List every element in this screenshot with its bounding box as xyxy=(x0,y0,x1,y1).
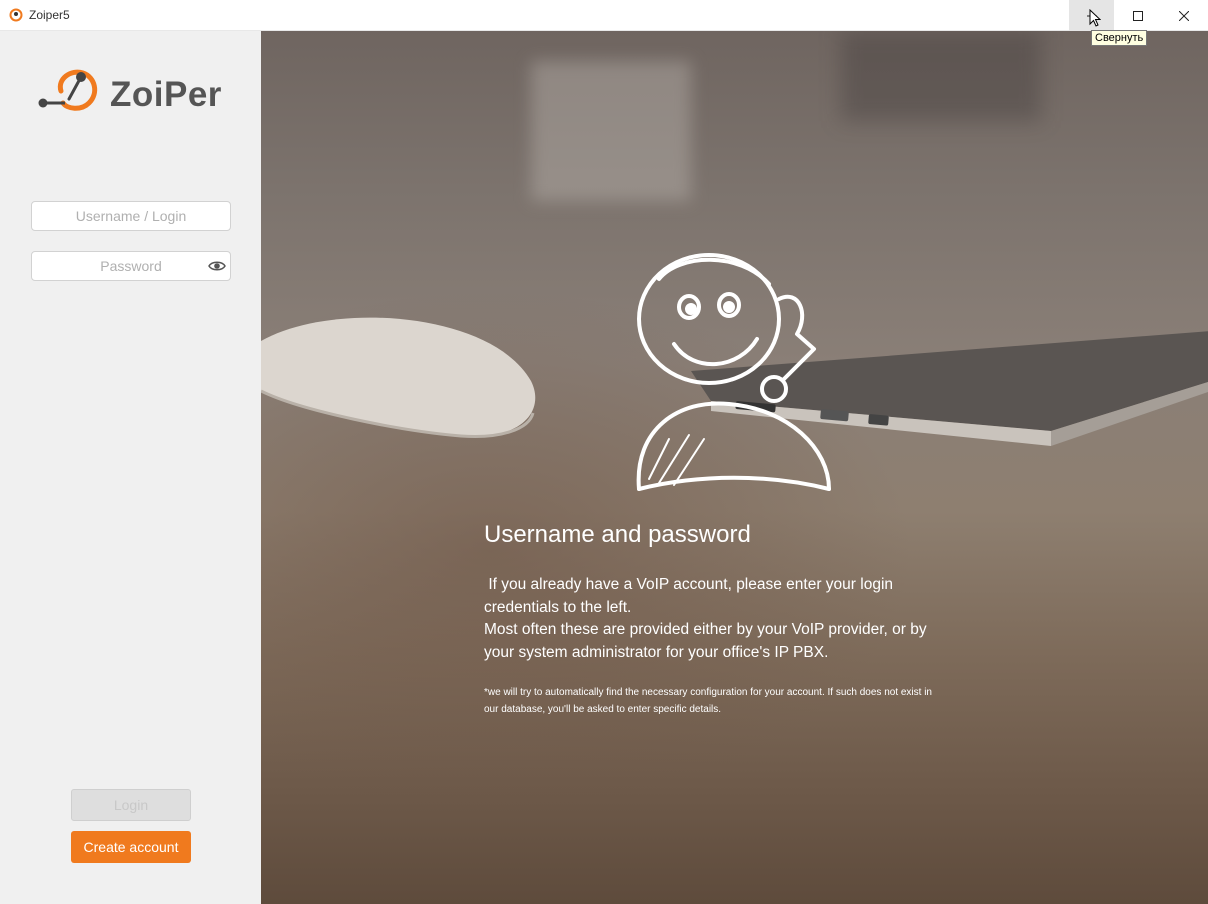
login-sidebar: ZoiPer Login Create account xyxy=(0,31,261,904)
hero-description-line: Most often these are provided either by … xyxy=(484,621,931,661)
maximize-icon xyxy=(1132,10,1143,21)
hero-footnote: *we will try to automatically find the n… xyxy=(484,687,932,715)
username-input[interactable] xyxy=(32,202,230,230)
minimize-tooltip: Свернуть xyxy=(1091,30,1148,46)
hero-title: Username and password xyxy=(484,521,751,548)
eye-icon[interactable] xyxy=(208,259,226,278)
zoiper-logo: ZoiPer xyxy=(37,63,237,123)
zoiper-logo-icon xyxy=(38,69,98,111)
background-blur-shape xyxy=(531,61,691,201)
username-field[interactable] xyxy=(31,201,231,231)
logo-wordmark: ZoiPer xyxy=(110,75,222,114)
create-account-button[interactable]: Create account xyxy=(71,831,191,863)
mouse-illustration xyxy=(261,317,536,439)
mascot-illustration xyxy=(636,253,831,491)
hero-description: If you already have a VoIP account, plea… xyxy=(484,574,944,664)
background-blur-shape xyxy=(841,31,1041,121)
hero-background: Username and password If you already hav… xyxy=(261,31,1208,904)
close-button[interactable] xyxy=(1161,0,1206,31)
title-bar: Zoiper5 xyxy=(0,0,1208,31)
password-field[interactable] xyxy=(31,251,231,281)
password-input[interactable] xyxy=(32,252,230,280)
login-button[interactable]: Login xyxy=(71,789,191,821)
hero-description-line: If you already have a VoIP account, plea… xyxy=(484,576,898,616)
window-title: Zoiper5 xyxy=(29,8,70,22)
mouse-cursor-icon xyxy=(1089,8,1102,32)
maximize-button[interactable] xyxy=(1115,0,1160,31)
close-icon xyxy=(1178,10,1189,21)
zoiper-app-icon xyxy=(9,8,23,22)
